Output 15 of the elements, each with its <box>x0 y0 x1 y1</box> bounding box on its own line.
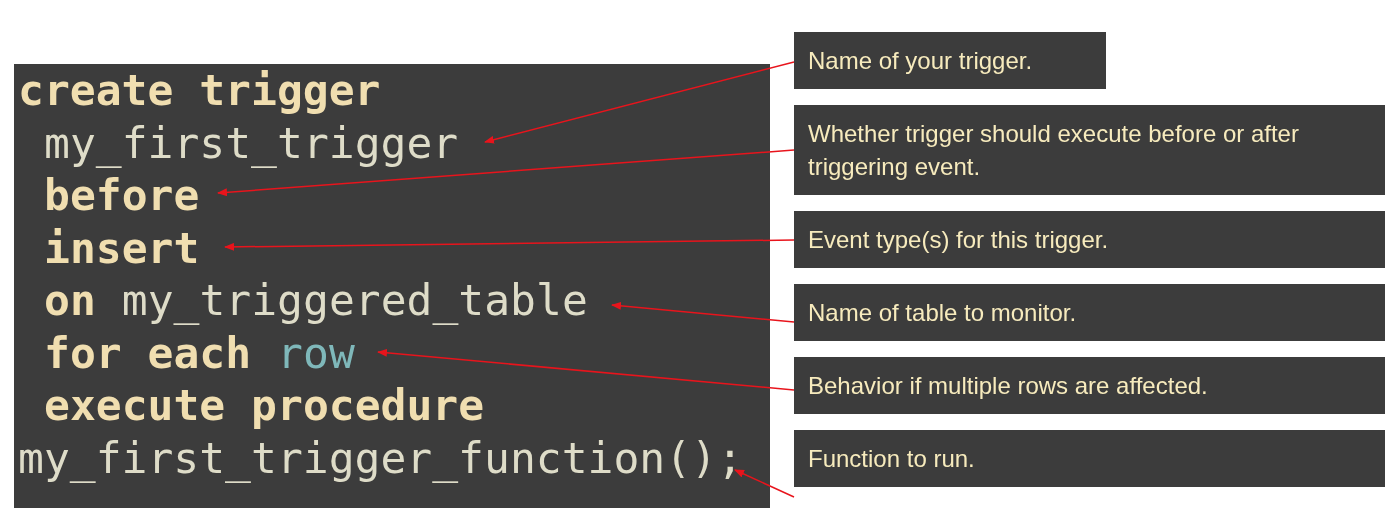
annotation-label: Function to run. <box>794 430 1385 487</box>
annotation-label: Event type(s) for this trigger. <box>794 211 1385 268</box>
leader-arrow <box>734 469 795 498</box>
annotation-label: Name of table to monitor. <box>794 284 1385 341</box>
annotation-label: Name of your trigger. <box>794 32 1106 89</box>
code-line: create trigger <box>18 64 381 117</box>
annotation-label: Behavior if multiple rows are affected. <box>794 357 1385 414</box>
code-line: my_first_trigger_function(); <box>18 431 743 484</box>
code-line: insert <box>43 221 200 274</box>
code-line: on my_triggered_table <box>43 274 588 327</box>
code-line: before <box>43 169 200 222</box>
code-line: my_first_trigger <box>43 116 459 169</box>
code-line: for each row <box>43 326 355 379</box>
annotation-label: Whether trigger should execute before or after triggering event. <box>794 105 1385 195</box>
code-line: execute procedure <box>43 379 485 432</box>
